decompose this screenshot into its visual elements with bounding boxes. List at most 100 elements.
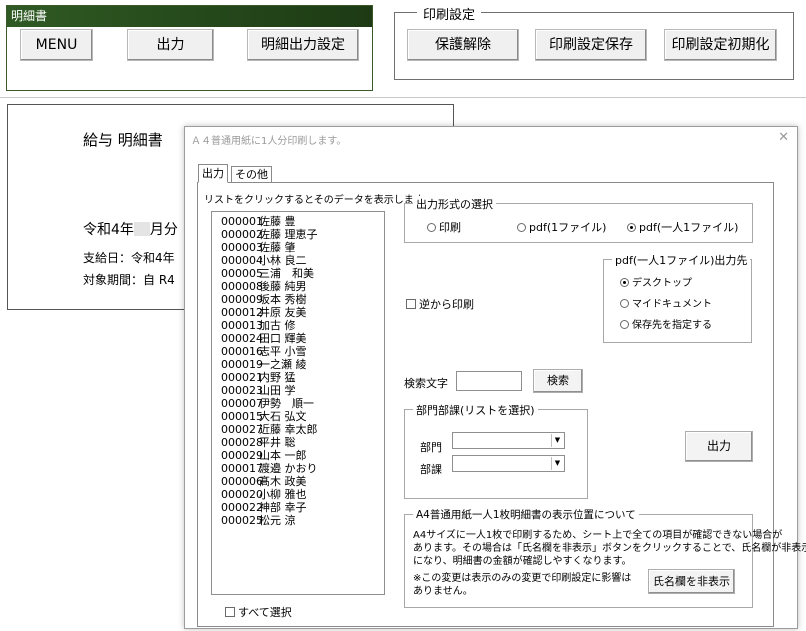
- search-input[interactable]: [456, 371, 522, 391]
- radio-pdf-per-person[interactable]: pdf(一人1ファイル): [627, 219, 738, 235]
- employee-name: 松元 涼: [259, 514, 296, 527]
- department-label: 部門: [420, 441, 442, 454]
- select-all-checkbox[interactable]: すべて選択: [225, 604, 292, 620]
- list-item[interactable]: 000013加古 修: [221, 319, 384, 332]
- tab-other[interactable]: その他: [231, 166, 272, 183]
- radio-my-documents[interactable]: マイドキュメント: [620, 295, 712, 310]
- list-item[interactable]: 000022神部 幸子: [221, 501, 384, 514]
- list-item[interactable]: 000005三浦 和美: [221, 267, 384, 280]
- list-item[interactable]: 000029山本 一郎: [221, 449, 384, 462]
- payslip-period-suffix: 月分: [149, 222, 178, 238]
- radio-pdf-single[interactable]: pdf(1ファイル): [517, 219, 606, 235]
- dialog-title: Ａ４普通用紙に1人分印刷します。: [191, 136, 347, 147]
- payslip-heading: 給与 明細書: [83, 131, 163, 149]
- radio-specify-folder-label: 保存先を指定する: [632, 320, 712, 331]
- employee-number: 000008: [221, 280, 263, 293]
- employee-number: 000005: [221, 267, 263, 280]
- radio-my-documents-label: マイドキュメント: [632, 299, 712, 310]
- list-item[interactable]: 000019一之瀬 綾: [221, 358, 384, 371]
- search-button[interactable]: 検索: [533, 369, 583, 393]
- list-item[interactable]: 000020小柳 雅也: [221, 488, 384, 501]
- list-item[interactable]: 000016志平 小雪: [221, 345, 384, 358]
- list-item[interactable]: 000023山田 学: [221, 384, 384, 397]
- hide-name-column-button[interactable]: 氏名欄を非表示: [648, 569, 735, 594]
- list-item[interactable]: 000024田口 輝美: [221, 332, 384, 345]
- employee-name: 小林 良二: [259, 254, 307, 267]
- list-item[interactable]: 000021内野 猛: [221, 371, 384, 384]
- employee-name: 髙木 政美: [259, 475, 307, 488]
- output-button[interactable]: 出力: [685, 431, 753, 462]
- employee-number: 000016: [221, 345, 263, 358]
- list-item[interactable]: 000002佐藤 理恵子: [221, 228, 384, 241]
- employee-name: 山田 学: [259, 384, 296, 397]
- reverse-print-checkbox[interactable]: 逆から印刷: [406, 296, 474, 312]
- reverse-print-checkbox-box[interactable]: [406, 299, 416, 309]
- employee-name: 田口 輝美: [259, 332, 307, 345]
- list-item[interactable]: 000027近藤 幸太郎: [221, 423, 384, 436]
- employee-listbox[interactable]: 000001佐藤 豊 000002佐藤 理恵子 000003佐藤 肇 000004小林…: [211, 211, 385, 595]
- employee-number: 000015: [221, 410, 263, 423]
- employee-name: 近藤 幸太郎: [259, 423, 318, 436]
- list-item[interactable]: 000017渡邉 かおり: [221, 462, 384, 475]
- tab-output[interactable]: 出力: [198, 164, 228, 183]
- employee-number: 000013: [221, 319, 263, 332]
- list-item[interactable]: 000003佐藤 肇: [221, 241, 384, 254]
- select-all-checkbox-box[interactable]: [225, 607, 235, 617]
- section-select[interactable]: ▼: [452, 455, 565, 472]
- list-item[interactable]: 000008後藤 純男: [221, 280, 384, 293]
- save-print-settings-button[interactable]: 印刷設定保存: [535, 29, 647, 61]
- radio-desktop[interactable]: デスクトップ: [620, 274, 692, 289]
- reset-print-settings-button[interactable]: 印刷設定初期化: [664, 29, 777, 61]
- list-item[interactable]: 000028平井 聡: [221, 436, 384, 449]
- a4-line-2: あります。その場合は「氏名欄を非表示」ボタンをクリックすることで、氏名欄が非表示: [413, 543, 806, 554]
- employee-name: 井原 友美: [259, 306, 307, 319]
- list-item[interactable]: 000015大石 弘文: [221, 410, 384, 423]
- unprotect-button[interactable]: 保護解除: [407, 29, 519, 61]
- radio-my-documents-circle[interactable]: [620, 299, 629, 308]
- radio-desktop-circle[interactable]: [620, 278, 629, 287]
- radio-pdf-single-circle[interactable]: [517, 223, 526, 232]
- radio-print-circle[interactable]: [427, 223, 436, 232]
- employee-number: 000025: [221, 514, 263, 527]
- menu-button[interactable]: MENU: [20, 29, 93, 61]
- radio-pdf-per-person-circle[interactable]: [627, 223, 636, 232]
- employee-number: 000028: [221, 436, 263, 449]
- list-item[interactable]: 000012井原 友美: [221, 306, 384, 319]
- sheet-divider: [0, 97, 806, 98]
- employee-name: 佐藤 豊: [259, 215, 296, 228]
- close-icon[interactable]: ✕: [778, 130, 789, 145]
- a4-display-group: A4普通用紙一人1枚明細書の表示位置について A4サイズに一人1枚で印刷するため…: [404, 507, 806, 608]
- output-format-legend: 出力形式の選択: [413, 196, 496, 212]
- list-item[interactable]: 000006髙木 政美: [221, 475, 384, 488]
- chevron-down-icon[interactable]: ▼: [551, 457, 563, 470]
- employee-number: 000019: [221, 358, 263, 371]
- radio-specify-folder[interactable]: 保存先を指定する: [620, 316, 712, 331]
- list-item[interactable]: 000009坂本 秀樹: [221, 293, 384, 306]
- employee-name: 一之瀬 綾: [259, 358, 307, 371]
- radio-pdf-single-label: pdf(1ファイル): [529, 221, 607, 234]
- search-label: 検索文字: [404, 377, 448, 390]
- employee-name: 加古 修: [259, 319, 296, 332]
- department-group: 部門部課(リストを選択) 部門 ▼ 部課 ▼: [404, 402, 588, 499]
- department-select[interactable]: ▼: [452, 432, 565, 449]
- meisai-output-settings-button[interactable]: 明細出力設定: [247, 29, 359, 61]
- list-item[interactable]: 000004小林 良二: [221, 254, 384, 267]
- employee-name: 佐藤 肇: [259, 241, 296, 254]
- output-button-top[interactable]: 出力: [127, 29, 214, 61]
- list-item[interactable]: 000025松元 涼: [221, 514, 384, 527]
- employee-number: 000012: [221, 306, 263, 319]
- employee-name: 坂本 秀樹: [259, 293, 307, 306]
- employee-number: 000001: [221, 215, 263, 228]
- target-period: 対象期間：自 R4: [83, 273, 175, 287]
- list-item[interactable]: 000007伊勢 順一: [221, 397, 384, 410]
- radio-specify-folder-circle[interactable]: [620, 320, 629, 329]
- employee-name: 佐藤 理恵子: [259, 228, 318, 241]
- employee-number: 000023: [221, 384, 263, 397]
- radio-print[interactable]: 印刷: [427, 219, 461, 235]
- employee-number: 000020: [221, 488, 263, 501]
- employee-name: 平井 聡: [259, 436, 296, 449]
- chevron-down-icon[interactable]: ▼: [551, 434, 563, 447]
- employee-number: 000017: [221, 462, 263, 475]
- list-item[interactable]: 000001佐藤 豊: [221, 215, 384, 228]
- employee-name: 志平 小雪: [259, 345, 307, 358]
